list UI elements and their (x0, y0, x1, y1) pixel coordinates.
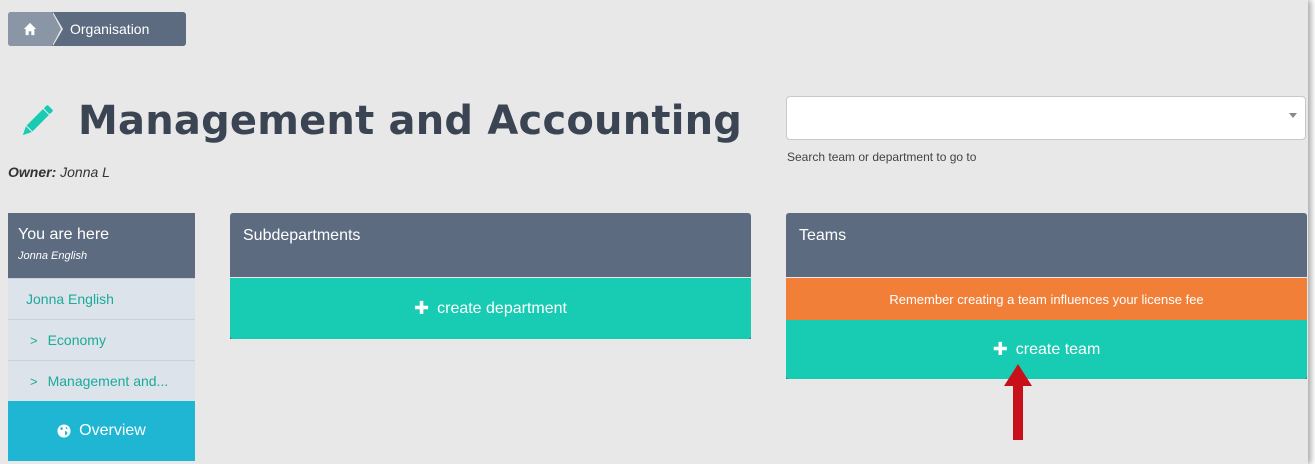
breadcrumb-home[interactable] (8, 12, 63, 46)
pencil-icon[interactable] (16, 100, 58, 142)
create-team-button[interactable]: ✚ create team (786, 320, 1307, 379)
plus-icon: ✚ (992, 339, 1008, 359)
breadcrumb: Organisation (8, 12, 186, 46)
license-warning: Remember creating a team influences your… (786, 277, 1307, 320)
search-select[interactable] (786, 96, 1306, 140)
nav-item-economy[interactable]: > Economy (8, 319, 195, 360)
overview-label: Overview (79, 422, 146, 439)
owner-name: Jonna L (60, 164, 110, 180)
annotation-arrow-icon (1004, 364, 1032, 440)
globe-icon (57, 424, 71, 438)
create-department-label: create department (437, 299, 567, 317)
nav-item-label: Management and... (47, 373, 169, 389)
nav-subtitle: Jonna English (18, 250, 88, 262)
teams-title: Teams (799, 227, 847, 244)
chevron-down-icon[interactable] (1289, 113, 1297, 118)
nav-item-label: Jonna English (26, 291, 114, 307)
nav-title: You are here (18, 226, 110, 243)
page-title: Management and Accounting (78, 98, 743, 144)
page: Organisation Management and Accounting O… (0, 0, 1308, 464)
breadcrumb-organisation[interactable]: Organisation (70, 21, 149, 37)
subdepartments-title: Subdepartments (243, 227, 361, 244)
nav-item-label: Economy (47, 332, 106, 348)
nav-item-jonna-english[interactable]: Jonna English (8, 278, 195, 319)
chevron-right-icon: > (30, 332, 38, 348)
location-nav: You are here Jonna English Jonna English… (8, 213, 195, 461)
search-help-text: Search team or department to go to (787, 150, 977, 164)
teams-panel: Teams Remember creating a team influence… (786, 213, 1307, 379)
nav-item-management[interactable]: > Management and... (8, 360, 195, 401)
subdepartments-panel: Subdepartments ✚ create department (230, 213, 751, 339)
create-department-button[interactable]: ✚ create department (230, 277, 751, 339)
owner-label: Owner: (8, 164, 57, 180)
create-team-label: create team (1015, 340, 1101, 358)
overview-button[interactable]: Overview (8, 401, 195, 461)
nav-header: You are here Jonna English (8, 213, 195, 278)
plus-icon: ✚ (414, 298, 430, 318)
chevron-right-icon: > (30, 373, 38, 389)
owner-line: Owner: Jonna L (8, 164, 110, 180)
home-icon (23, 22, 37, 36)
title-row: Management and Accounting (16, 98, 742, 144)
